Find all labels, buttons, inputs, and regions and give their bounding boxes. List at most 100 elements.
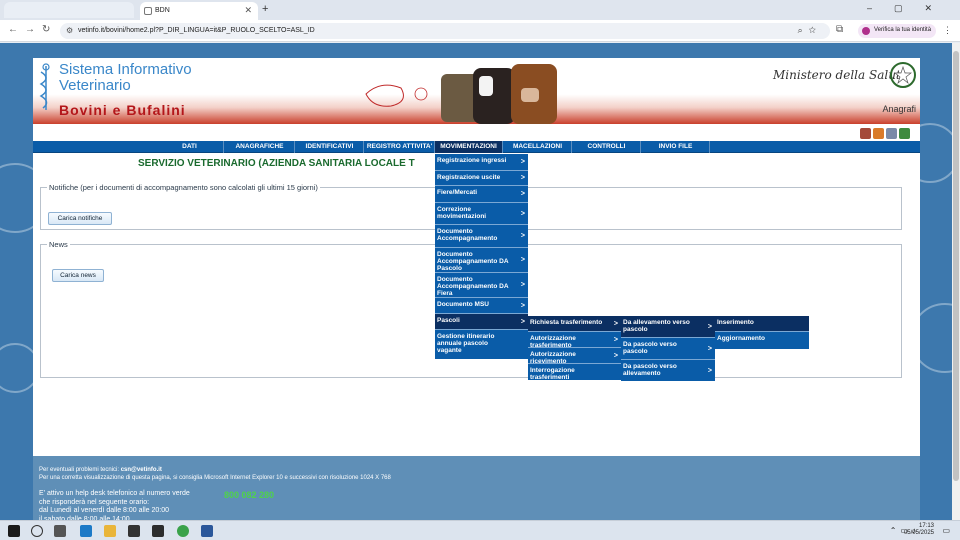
footer-problems-prefix: Per eventuali problemi tecnici: xyxy=(39,467,121,473)
main-navigation: DATI ANAGRAFICHE IDENTIFICATIVI REGISTRO… xyxy=(33,141,920,153)
nav-movimentazioni[interactable]: MOVIMENTAZIONI xyxy=(435,141,503,153)
browser-tab-bar: BDN ✕ + –▢✕ xyxy=(0,0,960,20)
nav-macellazioni[interactable]: MACELLAZIONI xyxy=(504,141,572,153)
new-tab-icon[interactable]: + xyxy=(262,3,268,15)
service-title: SERVIZIO VETERINARIO (AZIENDA SANITARIA … xyxy=(138,158,415,169)
menu-item-gestione-itinerario[interactable]: Gestione itinerario annuale pascolo vaga… xyxy=(435,330,528,359)
house-icon[interactable] xyxy=(873,128,884,139)
browser-toolbar: ← → ↻ ⚙ vetinfo.it/bovini/home2.pl?P_DIR… xyxy=(0,20,960,42)
site-info-icon[interactable]: ⚙ xyxy=(66,26,73,35)
word-icon[interactable] xyxy=(201,525,213,537)
verify-identity-button[interactable]: Verifica la tua identità xyxy=(858,24,936,38)
italian-emblem-icon xyxy=(890,62,916,88)
forward-icon[interactable]: → xyxy=(25,24,35,35)
menu-movimentazioni: Registrazione ingressi > Registrazione us… xyxy=(435,154,528,359)
footer-email-link[interactable]: csn@vetinfo.it xyxy=(121,467,162,473)
menu-item-pascolo-verso-pascolo[interactable]: Da pascolo verso pascolo > xyxy=(621,338,715,360)
profile-icon xyxy=(862,27,870,35)
page-footer: Per eventuali problemi tecnici: csn@veti… xyxy=(33,456,920,523)
system-title-line1: Sistema Informativo xyxy=(59,61,192,78)
menu-item-label: Registrazione ingressi xyxy=(437,157,507,164)
menu-item-inserimento[interactable]: Inserimento xyxy=(715,316,809,332)
footer-help: E' attivo un help desk telefonico al num… xyxy=(39,490,190,524)
carica-notifiche-button[interactable]: Carica notifiche xyxy=(48,212,112,225)
reload-icon[interactable]: ↻ xyxy=(42,24,50,35)
browser-tab-blank[interactable] xyxy=(4,2,134,18)
menu-item-richiesta-trasferimento[interactable]: Richiesta trasferimento > xyxy=(528,316,621,332)
tab-title: BDN xyxy=(155,7,170,14)
menu-item-label: Autorizzazione trasferimento xyxy=(530,335,576,349)
menu-item-label: Da pascolo verso pascolo xyxy=(623,341,677,355)
submenu-arrow-icon: > xyxy=(520,318,525,325)
menu-item-autorizzazione-trasferimento[interactable]: Autorizzazione trasferimento > xyxy=(528,332,621,349)
menu-item-pascoli[interactable]: Pascoli > xyxy=(435,314,528,330)
chrome-icon[interactable] xyxy=(177,525,189,537)
clock-date: 05/05/2025 xyxy=(903,530,934,536)
clock[interactable]: 17:13 05/05/2025 xyxy=(904,523,934,537)
tab-close-icon[interactable]: ✕ xyxy=(244,5,252,16)
window-controls[interactable]: –▢✕ xyxy=(867,3,954,14)
carica-news-button[interactable]: Carica news xyxy=(52,269,104,282)
menu-item-autorizzazione-ricevimento[interactable]: Autorizzazione ricevimento > xyxy=(528,348,621,365)
submenu-arrow-icon: > xyxy=(520,281,525,289)
menu-item-label: Registrazione uscite xyxy=(437,174,501,181)
menu-item-label: Documento Accompagnamento xyxy=(437,228,498,242)
menu-item-aggiornamento[interactable]: Aggiornamento xyxy=(715,332,809,349)
menu-item-documento-da-pascolo[interactable]: Documento Accompagnamento DA Pascolo > xyxy=(435,248,528,273)
nav-controlli[interactable]: CONTROLLI xyxy=(573,141,641,153)
menu-item-interrogazione-trasferimenti[interactable]: Interrogazione trasferimenti xyxy=(528,364,621,381)
nav-identificativi[interactable]: IDENTIFICATIVI xyxy=(296,141,364,153)
start-icon[interactable] xyxy=(8,525,20,537)
menu-item-registrazione-ingressi[interactable]: Registrazione ingressi > xyxy=(435,154,528,171)
task-view-icon[interactable] xyxy=(54,525,66,537)
exit-icon[interactable] xyxy=(899,128,910,139)
menu-item-label: Pascoli xyxy=(437,317,460,324)
menu-item-label: Da allevamento verso pascolo xyxy=(623,319,690,333)
menu-pascoli: Richiesta trasferimento > Autorizzazione … xyxy=(528,316,621,381)
windows-taskbar: ⌃▭♪ 17:13 05/05/2025 ▭ xyxy=(0,520,960,540)
menu-item-label: Inserimento xyxy=(717,319,754,326)
menu-item-registrazione-uscite[interactable]: Registrazione uscite > xyxy=(435,171,528,186)
menu-item-allevamento-verso-pascolo[interactable]: Da allevamento verso pascolo > xyxy=(621,316,715,338)
notifications-icon[interactable]: ▭ xyxy=(942,526,950,535)
footer-resolution: Per una corretta visualizzazione di ques… xyxy=(39,475,391,481)
nav-dati[interactable]: DATI xyxy=(156,141,224,153)
notifiche-legend: Notifiche (per i documenti di accompagna… xyxy=(49,183,318,192)
submenu-arrow-icon: > xyxy=(520,174,525,182)
menu-allevamento-verso-pascolo: Inserimento Aggiornamento xyxy=(715,316,809,349)
menu-item-documento-da-fiera[interactable]: Documento Accompagnamento DA Fiera > xyxy=(435,273,528,298)
submenu-arrow-icon: > xyxy=(520,256,525,264)
edge-icon[interactable] xyxy=(80,525,92,537)
scrollbar-thumb[interactable] xyxy=(953,51,959,481)
nav-invio-file[interactable]: INVIO FILE xyxy=(642,141,710,153)
browser-tab-active[interactable]: BDN ✕ xyxy=(140,2,258,20)
menu-item-label: Correzione movimentazioni xyxy=(437,206,487,220)
submenu-arrow-icon: > xyxy=(613,336,618,343)
back-icon[interactable]: ← xyxy=(8,24,18,35)
menu-item-pascolo-verso-allevamento[interactable]: Da pascolo verso allevamento > xyxy=(621,360,715,381)
footer-phone: 800 082 280 xyxy=(224,490,275,500)
address-bar[interactable]: ⚙ vetinfo.it/bovini/home2.pl?P_DIR_LINGU… xyxy=(60,23,830,39)
search-icon[interactable] xyxy=(31,525,43,537)
clock-time: 17:13 xyxy=(918,523,934,529)
extensions-icon[interactable]: ⧉ xyxy=(836,24,843,35)
home-icon[interactable] xyxy=(860,128,871,139)
menu-item-label: Documento MSU xyxy=(437,301,489,308)
user-icon[interactable] xyxy=(886,128,897,139)
page-scrollbar[interactable] xyxy=(952,43,960,520)
browser-menu-icon[interactable]: ⋮ xyxy=(943,25,952,36)
address-actions[interactable]: ⌕☆ xyxy=(798,25,822,36)
menu-item-documento-msu[interactable]: Documento MSU > xyxy=(435,298,528,314)
file-explorer-icon[interactable] xyxy=(104,525,116,537)
menu-item-label: Documento Accompagnamento DA Pascolo xyxy=(437,251,509,272)
menu-item-fiere-mercati[interactable]: Fiere/Mercati > xyxy=(435,186,528,203)
nav-anagrafiche[interactable]: ANAGRAFICHE xyxy=(225,141,295,153)
menu-item-label: Aggiornamento xyxy=(717,335,766,342)
submenu-arrow-icon: > xyxy=(520,210,525,217)
system-title: Sistema Informativo Veterinario xyxy=(59,62,192,94)
menu-item-documento-accompagnamento[interactable]: Documento Accompagnamento > xyxy=(435,225,528,248)
store-icon[interactable] xyxy=(128,525,140,537)
nav-registro-attivita[interactable]: REGISTRO ATTIVITA' xyxy=(365,141,435,153)
mail-icon[interactable] xyxy=(152,525,164,537)
menu-item-correzione-movimentazioni[interactable]: Correzione movimentazioni > xyxy=(435,203,528,225)
